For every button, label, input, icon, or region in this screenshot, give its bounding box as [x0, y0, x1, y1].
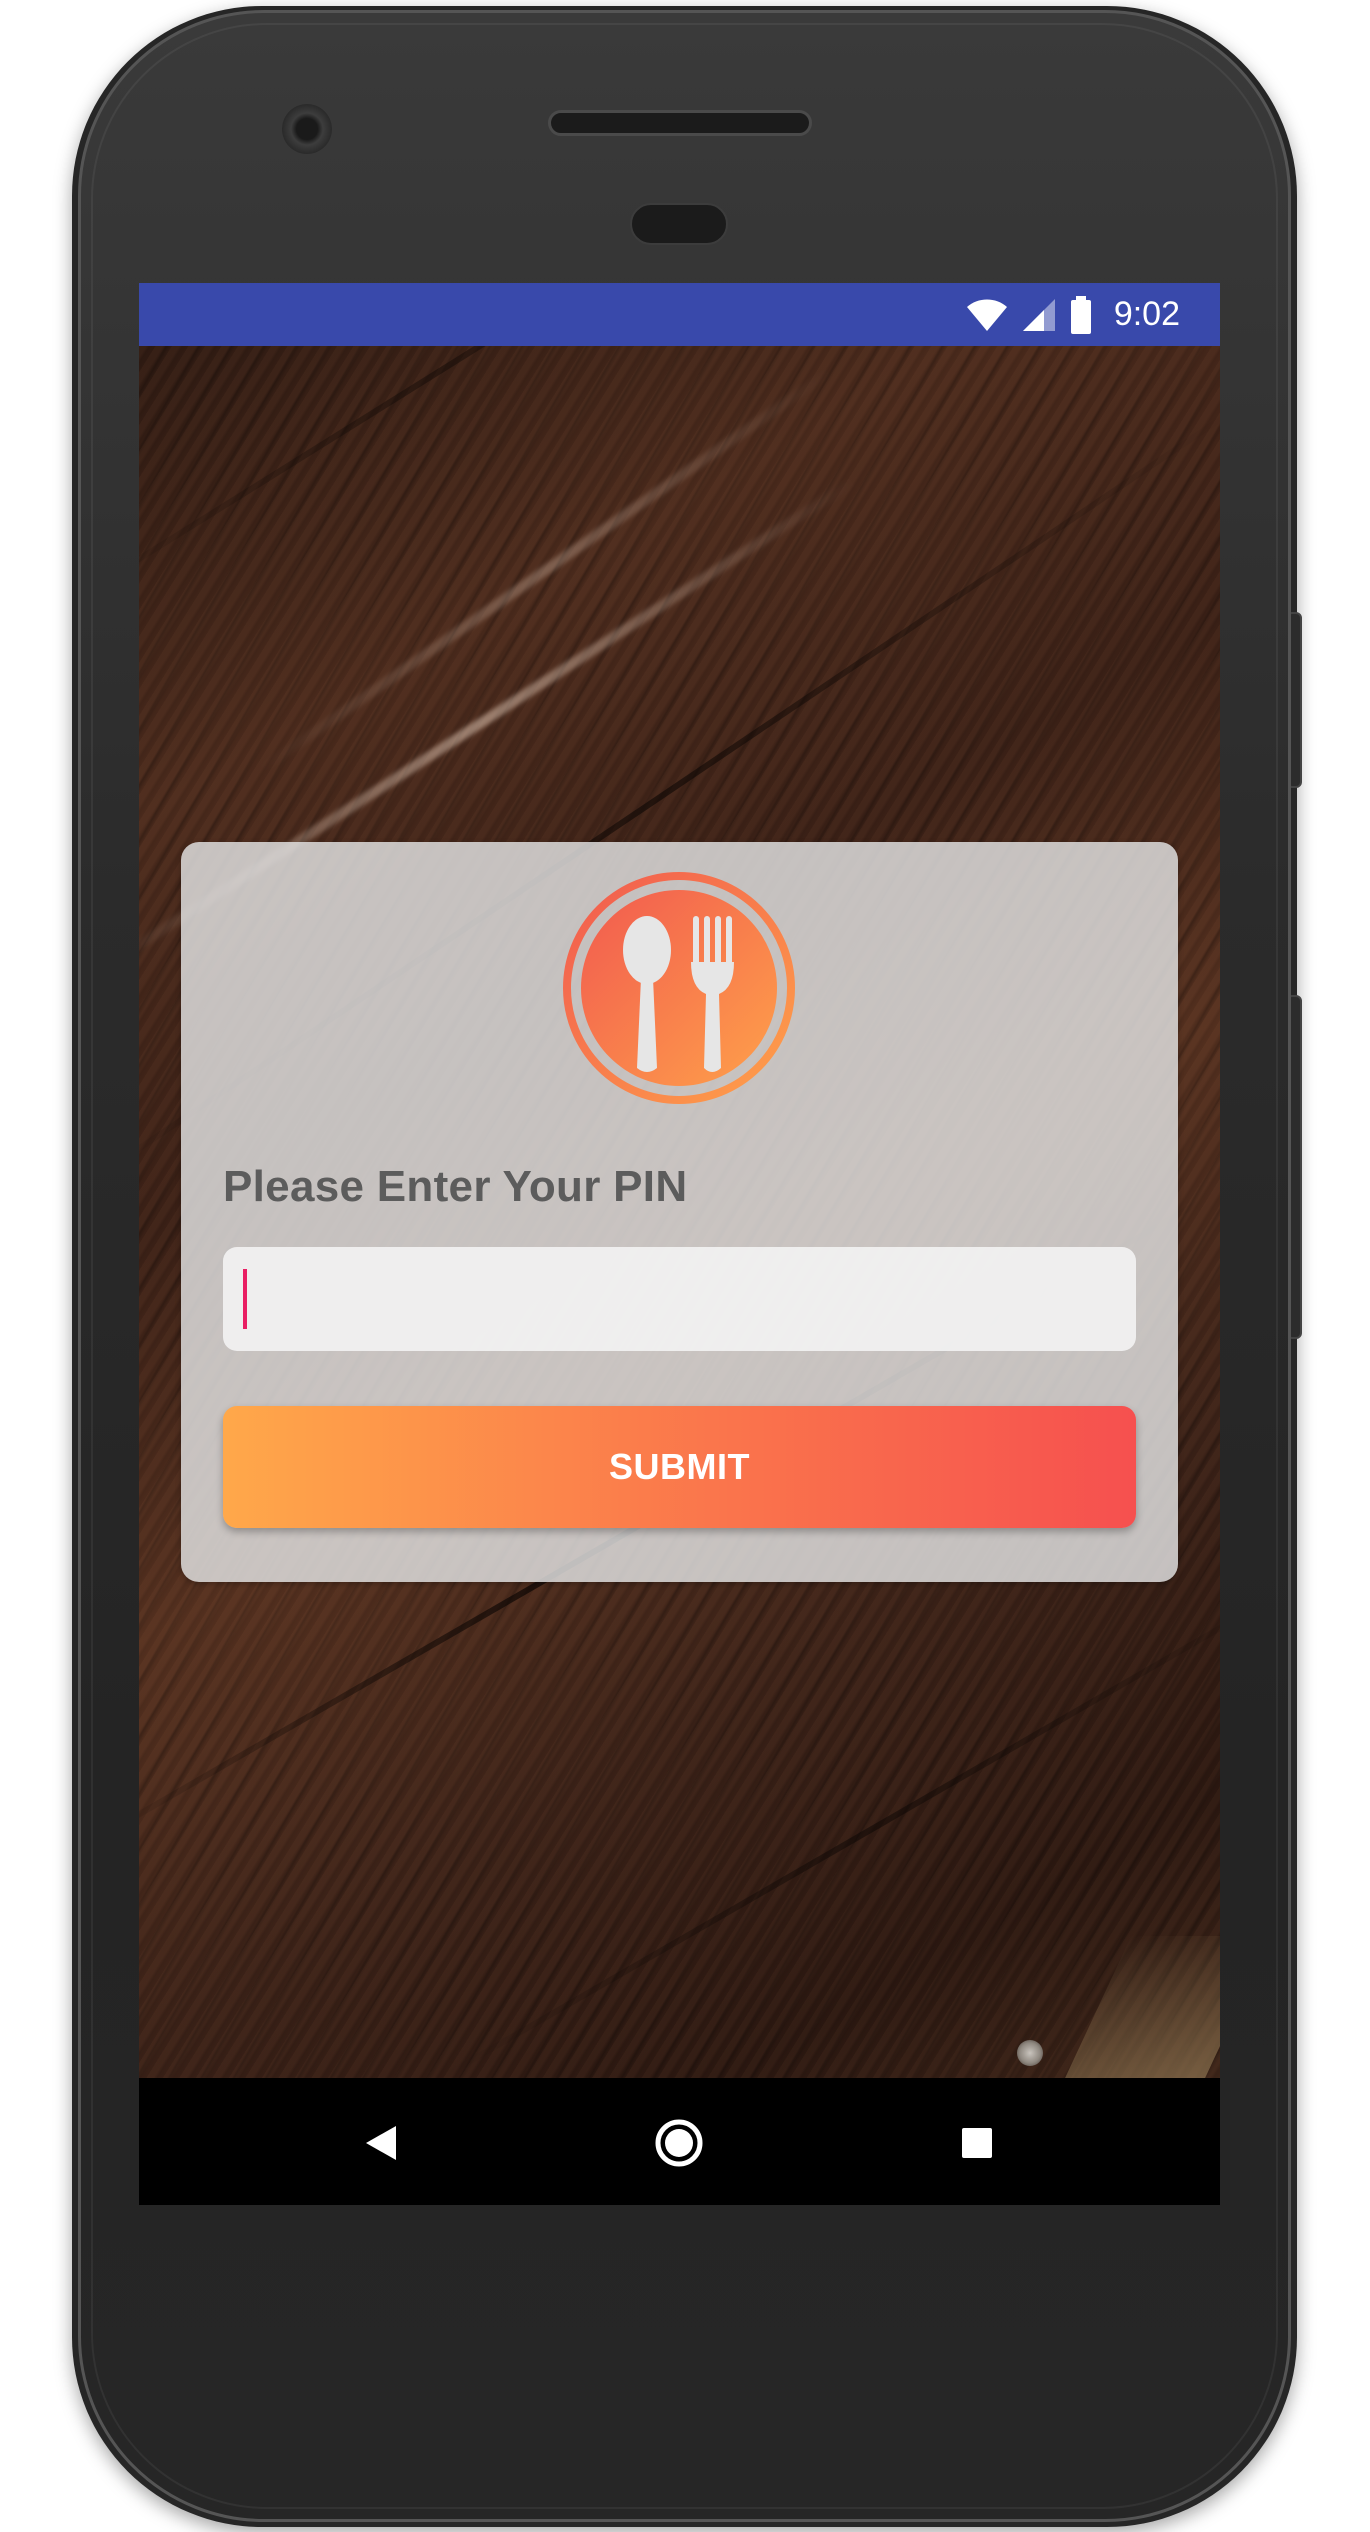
- wifi-icon: [966, 299, 1007, 331]
- status-time: 9:02: [1113, 295, 1180, 333]
- earpiece-speaker: [548, 110, 812, 136]
- phone-screen: 9:02 Please Enter Your PIN SUBMIT: [139, 283, 1220, 2205]
- cloth-corner: [1028, 1936, 1220, 2078]
- recents-button[interactable]: [942, 2108, 1012, 2178]
- spoon-fork-icon: [563, 872, 795, 1104]
- back-icon: [366, 2126, 396, 2160]
- home-button[interactable]: [644, 2108, 714, 2178]
- battery-icon: [1070, 295, 1091, 334]
- submit-button[interactable]: SUBMIT: [223, 1406, 1136, 1528]
- home-icon: [655, 2119, 703, 2167]
- pin-login-card: Please Enter Your PIN SUBMIT: [181, 842, 1178, 1582]
- navigation-bar: [139, 2078, 1220, 2205]
- nail-head: [1017, 2040, 1043, 2066]
- status-bar: 9:02: [139, 283, 1220, 346]
- cell-signal-icon: [1022, 298, 1055, 331]
- device-mockup: 9:02 Please Enter Your PIN SUBMIT: [0, 0, 1370, 2532]
- recents-icon: [962, 2128, 992, 2158]
- status-icons: 9:02: [966, 283, 1180, 346]
- proximity-sensor: [630, 203, 728, 245]
- pin-prompt-label: Please Enter Your PIN: [223, 1162, 688, 1211]
- text-cursor: [243, 1269, 247, 1329]
- back-button[interactable]: [346, 2108, 416, 2178]
- front-camera-icon: [282, 104, 332, 154]
- pin-input[interactable]: [223, 1247, 1136, 1351]
